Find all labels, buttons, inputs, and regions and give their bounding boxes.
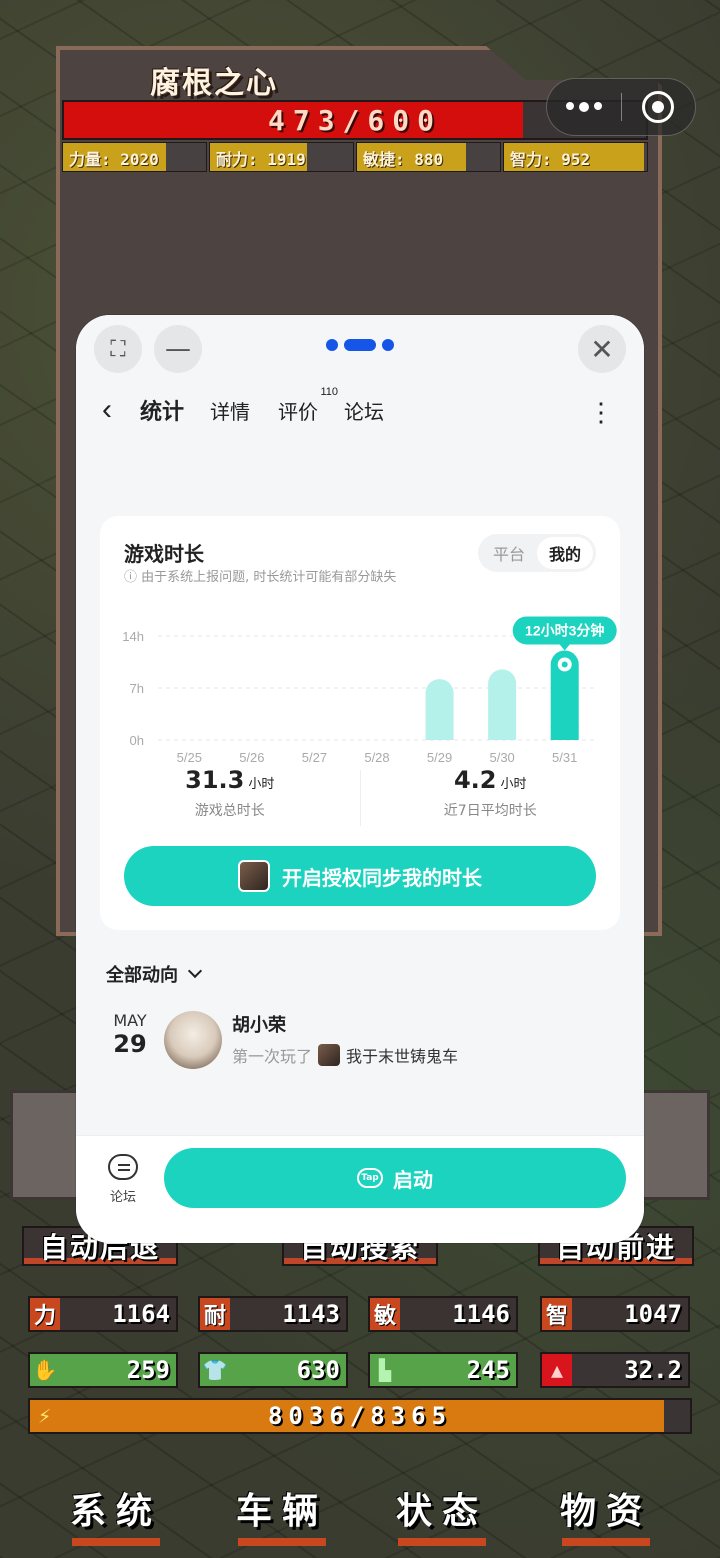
y-tick-label: 0h [130, 733, 144, 748]
enemy-name: 腐根之心 [150, 66, 278, 101]
avg-caption: 近7日平均时长 [443, 803, 537, 819]
chart-bar-base [488, 726, 517, 740]
highlight-label: 12小时3分钟 [525, 622, 604, 638]
y-tick-label: 7h [130, 681, 144, 696]
segment-mine[interactable]: 我的 [537, 537, 593, 569]
feed-game-name[interactable]: 我于末世铸鬼车 [346, 1043, 458, 1067]
forum-button[interactable]: 论坛 [106, 1154, 140, 1205]
helmet-icon: ▲ [542, 1354, 572, 1386]
x-tick-label: 5/25 [177, 750, 202, 762]
chart-point-dot [561, 661, 568, 668]
chart-bar-base [550, 726, 579, 740]
feed-date: MAY 29 [113, 1011, 147, 1058]
page-indicator [326, 339, 394, 351]
miniprogram-capsule [546, 78, 696, 136]
menu-vehicle[interactable]: 车辆 [232, 1482, 332, 1546]
tab-stats[interactable]: 统计 [137, 394, 187, 429]
feed-item[interactable]: MAY 29 胡小荣 第一次玩了 我于末世铸鬼车 [110, 1011, 630, 1081]
expand-icon: ⛶ [110, 336, 126, 362]
enemy-stats: 力量: 2020 耐力: 1919 敏捷: 880 智力: 952 [62, 142, 648, 172]
reviews-count: 110 [320, 385, 339, 398]
attr-agility: 敏 1146 [368, 1296, 518, 1332]
enemy-stat-intellect: 智力: 952 [503, 142, 648, 172]
avatar[interactable] [164, 1011, 222, 1069]
enemy-stat-agility: 敏捷: 880 [356, 142, 501, 172]
y-tick-label: 14h [122, 629, 144, 644]
back-arrow-icon[interactable]: ‹ [102, 393, 122, 427]
res-boot: ▙ 245 [368, 1352, 518, 1388]
x-tick-label: 5/28 [364, 750, 389, 762]
res-helmet: ▲ 32.2 [540, 1352, 690, 1388]
tab-reviews[interactable]: 评价 110 [278, 386, 338, 425]
feed-user-name[interactable]: 胡小荣 [232, 1011, 286, 1037]
highlight-pointer [559, 644, 570, 651]
attr-strength: 力 1164 [28, 1296, 178, 1332]
x-tick-label: 5/27 [302, 750, 327, 762]
chart-bar-base [425, 726, 454, 740]
close-target-icon[interactable] [622, 91, 696, 123]
x-tick-label: 5/26 [239, 750, 264, 762]
enemy-stat-strength: 力量: 2020 [62, 142, 207, 172]
more-dots-icon[interactable] [547, 102, 621, 112]
shirt-icon: 👕 [202, 1358, 228, 1382]
game-info-sheet: ⛶ — ✕ ‹ 统计 详情 评价 110 论坛 ⋮ 游戏时长 ⓘ 由于系统上报问题… [76, 315, 644, 1243]
chevron-down-icon [187, 963, 203, 979]
minus-icon: — [165, 334, 191, 364]
card-title: 游戏时长 [124, 542, 204, 566]
card-note: ⓘ 由于系统上报问题, 时长统计可能有部分缺失 [124, 570, 397, 585]
feed-activity: 第一次玩了 我于末世铸鬼车 [232, 1043, 458, 1067]
energy-bar: ⚡ 8036/8365 [28, 1398, 692, 1434]
x-tick-label: 5/30 [489, 750, 514, 762]
expand-button[interactable]: ⛶ [94, 325, 142, 373]
enemy-stat-endurance: 耐力: 1919 [209, 142, 354, 172]
attr-intellect: 智 1047 [540, 1296, 690, 1332]
menu-system[interactable]: 系统 [66, 1482, 166, 1546]
tap-logo-icon: Tap [357, 1168, 383, 1188]
source-toggle: 平台 我的 [478, 534, 596, 572]
tab-bar: ‹ 统计 详情 评价 110 论坛 ⋮ [76, 375, 644, 445]
launch-button[interactable]: Tap 启动 [164, 1148, 626, 1208]
chat-bubble-icon [108, 1154, 138, 1180]
playtime-chart: 14h 7h 0h 5/25 5/26 5/27 5/28 5/29 5/30 12小时3分钟 5/… [122, 616, 617, 762]
feed-filter[interactable]: 全部动向 [106, 961, 203, 987]
game-thumbnail [238, 860, 270, 892]
sheet-bottom-bar: 论坛 Tap 启动 [76, 1135, 644, 1243]
avg-hours: 4.2 [453, 766, 497, 794]
tab-forum[interactable]: 论坛 [344, 396, 384, 425]
menu-status[interactable]: 状态 [392, 1482, 492, 1546]
right-side-banner [640, 1090, 710, 1200]
tab-details[interactable]: 详情 [210, 396, 250, 425]
sheet-toolbar: ⛶ — ✕ [76, 315, 644, 375]
menu-supplies[interactable]: 物资 [556, 1482, 656, 1546]
x-tick-label: 5/29 [427, 750, 452, 762]
game-icon [318, 1044, 341, 1066]
res-glove: ✋ 259 [28, 1352, 178, 1388]
minimize-button[interactable]: — [154, 325, 202, 373]
close-button[interactable]: ✕ [578, 325, 626, 373]
boot-icon: ▙ [378, 1358, 392, 1382]
playtime-stats: 31.3 小时 游戏总时长 4.2 小时 近7日平均时长 [100, 766, 620, 826]
energy-text: 8036/8365 [267, 1402, 453, 1430]
playtime-card: 游戏时长 ⓘ 由于系统上报问题, 时长统计可能有部分缺失 平台 我的 14h 7h… [100, 516, 620, 930]
left-side-banner [10, 1090, 80, 1200]
segment-platform[interactable]: 平台 [481, 537, 537, 569]
res-shirt: 👕 630 [198, 1352, 348, 1388]
glove-icon: ✋ [32, 1358, 58, 1382]
total-caption: 游戏总时长 [194, 803, 265, 819]
x-tick-label: 5/31 [552, 750, 577, 762]
attr-endurance: 耐 1143 [198, 1296, 348, 1332]
sync-playtime-button[interactable]: 开启授权同步我的时长 [124, 846, 596, 906]
close-icon: ✕ [590, 332, 614, 366]
more-vertical-icon[interactable]: ⋮ [588, 397, 614, 428]
total-hours: 31.3 [185, 766, 245, 794]
